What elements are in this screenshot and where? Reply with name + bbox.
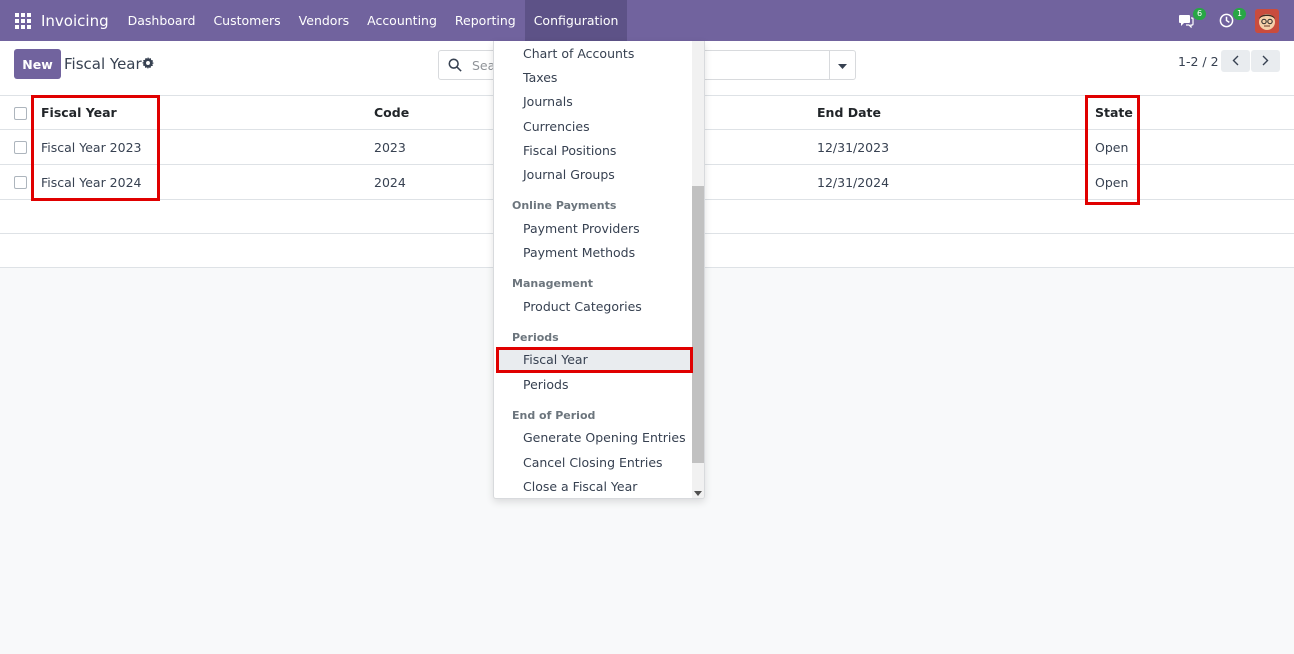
row-end-date: 12/31/2024 (817, 174, 890, 190)
user-avatar[interactable] (1255, 8, 1279, 33)
menu-header-online-payments: Online Payments (512, 199, 617, 212)
activities-clock-icon[interactable]: 1 (1215, 7, 1246, 32)
menu-item-product-categories[interactable]: Product Categories (523, 299, 642, 314)
nav-accounting[interactable]: Accounting (358, 0, 446, 41)
search-icon (448, 58, 462, 75)
menu-item-chart-of-accounts[interactable]: Chart of Accounts (523, 46, 634, 61)
scroll-down-arrow-icon[interactable] (694, 485, 702, 498)
new-button[interactable]: New (14, 49, 61, 79)
configuration-dropdown-menu: Chart of Accounts Taxes Journals Currenc… (493, 41, 705, 499)
row-checkbox[interactable] (14, 141, 27, 154)
menu-item-close-fiscal-year[interactable]: Close a Fiscal Year (523, 479, 637, 494)
menu-item-generate-opening-entries[interactable]: Generate Opening Entries (523, 430, 686, 445)
column-header-end-date[interactable]: End Date (817, 96, 881, 129)
search-placeholder: Sea (472, 58, 496, 73)
menu-scrollbar-thumb[interactable] (692, 186, 704, 463)
row-end-date: 12/31/2023 (817, 139, 890, 155)
nav-configuration[interactable]: Configuration (524, 0, 628, 41)
search-options-toggle[interactable] (829, 50, 856, 80)
highlight-box-fiscal-year-column (31, 95, 160, 201)
highlight-box-state-column (1085, 95, 1140, 205)
nav-customers[interactable]: Customers (204, 0, 289, 41)
gear-icon[interactable] (142, 57, 154, 72)
pager-previous-button[interactable] (1221, 50, 1250, 72)
menu-item-journal-groups[interactable]: Journal Groups (523, 167, 615, 182)
top-navbar: Invoicing Dashboard Customers Vendors Ac… (0, 0, 1294, 41)
menu-item-cancel-closing-entries[interactable]: Cancel Closing Entries (523, 455, 663, 470)
menu-item-taxes[interactable]: Taxes (523, 70, 557, 85)
menu-header-management: Management (512, 277, 593, 290)
row-checkbox[interactable] (14, 176, 27, 189)
menu-item-journals[interactable]: Journals (523, 94, 573, 109)
menu-item-periods[interactable]: Periods (523, 377, 569, 392)
nav-dashboard[interactable]: Dashboard (119, 0, 205, 41)
chevron-right-icon (1262, 54, 1269, 69)
app-grid-icon[interactable] (15, 12, 31, 29)
highlight-box-fiscal-year-menu-item (496, 347, 693, 373)
menu-item-payment-providers[interactable]: Payment Providers (523, 221, 640, 236)
activities-badge: 1 (1233, 7, 1246, 20)
row-code: 2023 (374, 139, 406, 155)
menu-header-periods: Periods (512, 331, 559, 344)
row-code: 2024 (374, 174, 406, 190)
app-brand[interactable]: Invoicing (41, 12, 109, 30)
chevron-left-icon (1232, 54, 1239, 69)
column-header-code[interactable]: Code (374, 96, 409, 129)
caret-down-icon (838, 58, 847, 73)
messages-badge: 6 (1193, 7, 1206, 20)
menu-item-fiscal-positions[interactable]: Fiscal Positions (523, 143, 616, 158)
select-all-checkbox[interactable] (14, 106, 27, 120)
nav-reporting[interactable]: Reporting (446, 0, 525, 41)
nav-vendors[interactable]: Vendors (290, 0, 358, 41)
page-title: Fiscal Year (64, 55, 142, 73)
menu-item-payment-methods[interactable]: Payment Methods (523, 245, 635, 260)
menu-header-end-of-period: End of Period (512, 409, 596, 422)
pager-next-button[interactable] (1251, 50, 1280, 72)
pager-value[interactable]: 1-2 / 2 (1178, 54, 1219, 69)
menu-item-currencies[interactable]: Currencies (523, 119, 590, 134)
messages-icon[interactable]: 6 (1175, 7, 1206, 32)
